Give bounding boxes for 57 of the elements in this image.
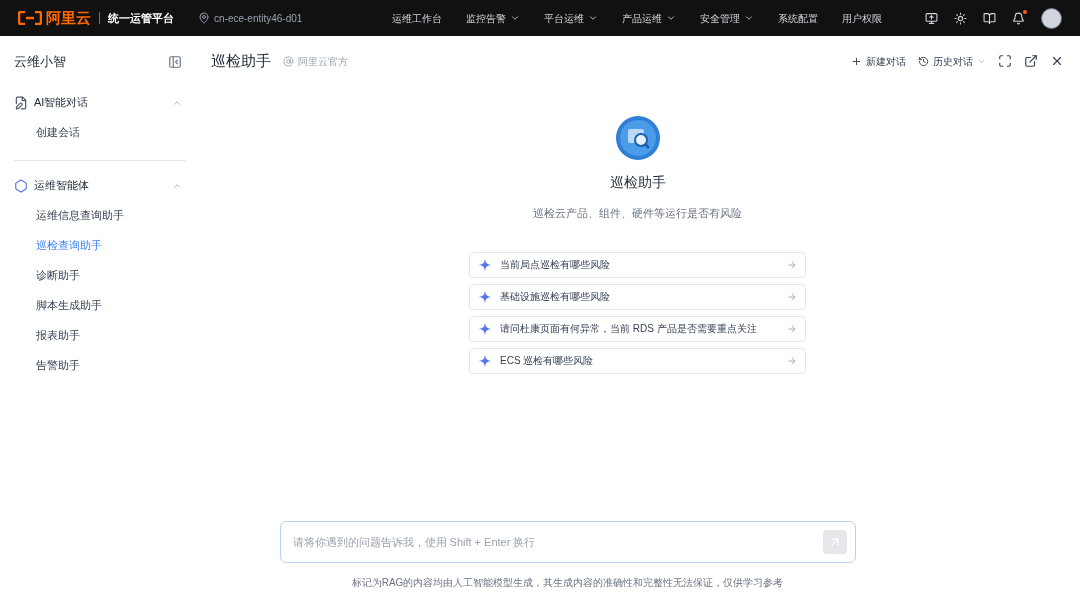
suggestion-button[interactable]: 请问杜康页面有何异常，当前 RDS 产品是否需要重点关注	[469, 315, 806, 342]
header-action-button[interactable]: 历史对话	[918, 53, 986, 69]
assistant-description: 巡检云产品、组件、硬件等运行是否有风险	[533, 206, 742, 221]
sidebar-item[interactable]: 告警助手	[14, 350, 186, 381]
suggestion-button[interactable]: 当前局点巡检有哪些风险	[469, 251, 806, 278]
nav-menu-item[interactable]: 产品运维	[622, 10, 677, 26]
page-title: 巡检助手	[211, 50, 271, 71]
sidebar-item[interactable]: 运维信息查询助手	[14, 200, 186, 231]
location-label: cn-ece-entity46-d01	[214, 11, 303, 26]
collapse-sidebar-icon[interactable]	[168, 54, 182, 69]
open-external-icon[interactable]	[1024, 54, 1038, 68]
nav-menu-item[interactable]: 用户权限	[842, 10, 883, 26]
at-sign-icon	[283, 55, 294, 67]
sidebar-item[interactable]: 报表助手	[14, 320, 186, 351]
nav-menu-item[interactable]: 系统配置	[778, 10, 819, 26]
book-icon[interactable]	[983, 11, 996, 25]
header-action-button[interactable]: 新建对话	[851, 53, 906, 69]
screen-share-icon[interactable]	[925, 11, 938, 25]
logo-icon	[18, 11, 42, 25]
arrow-right-icon	[787, 355, 797, 366]
platform-title: 统一运管平台	[108, 10, 174, 26]
chevron-down-icon	[510, 13, 521, 23]
logo-text: 阿里云	[46, 7, 91, 28]
nav-menu-item[interactable]: 平台运维	[544, 10, 599, 26]
nav-menu-item[interactable]: 监控告警	[466, 10, 521, 26]
suggestion-button[interactable]: ECS 巡检有哪些风险	[469, 347, 806, 374]
close-icon[interactable]	[1050, 54, 1064, 68]
author-label: 阿里云官方	[298, 54, 348, 69]
edit-note-icon	[14, 95, 28, 110]
disclaimer-text: 标记为RAG的内容均由人工智能模型生成，其生成内容的准确性和完整性无法保证，仅供学习参考	[351, 576, 784, 590]
nav-menu-item[interactable]: 运维工作台	[392, 10, 443, 26]
suggestion-button[interactable]: 基础设施巡检有哪些风险	[469, 283, 806, 310]
sidebar-group-header[interactable]: AI智能对话	[14, 87, 186, 118]
notification-icon[interactable]	[1012, 11, 1025, 25]
assistant-name: 巡检助手	[609, 173, 666, 192]
message-input[interactable]: 请将你遇到的问题告诉我，使用 Shift + Enter 换行	[279, 521, 856, 563]
chevron-down-icon	[666, 13, 677, 23]
nav-menu-item[interactable]: 安全管理	[700, 10, 755, 26]
arrow-right-icon	[787, 259, 797, 270]
inspection-avatar-icon	[615, 116, 660, 160]
sidebar-group-header[interactable]: 运维智能体	[14, 170, 186, 201]
arrow-right-icon	[787, 323, 797, 334]
sidebar-item[interactable]: 脚本生成助手	[14, 290, 186, 321]
chevron-down-icon	[744, 13, 755, 23]
user-avatar[interactable]	[1041, 7, 1062, 29]
sidebar-item[interactable]: 创建会话	[14, 117, 186, 148]
hexagon-icon	[14, 178, 28, 193]
history-icon	[918, 55, 929, 67]
arrow-right-icon	[787, 291, 797, 302]
expand-icon[interactable]	[998, 54, 1012, 68]
location-pin-icon	[198, 12, 210, 24]
sidebar-item[interactable]: 诊断助手	[14, 260, 186, 291]
sidebar-item[interactable]: 巡检查询助手	[14, 230, 186, 261]
plus-icon	[851, 55, 862, 67]
chevron-down-icon	[588, 13, 599, 23]
sidebar-title: 云维小智	[14, 53, 66, 71]
theme-toggle-icon[interactable]	[954, 11, 967, 25]
